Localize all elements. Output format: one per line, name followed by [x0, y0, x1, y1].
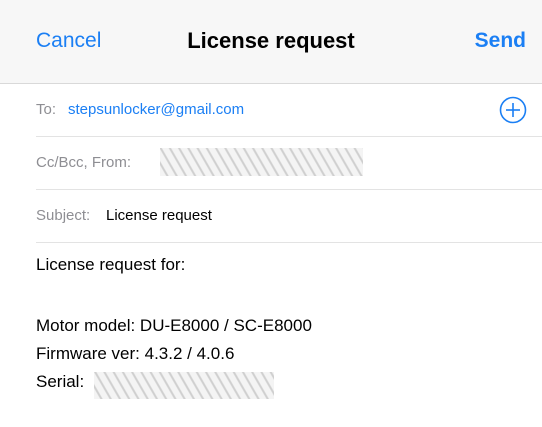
cc-bcc-from-label: Cc/Bcc, From: [36, 154, 132, 171]
to-recipient[interactable]: stepsunlocker@gmail.com [68, 101, 244, 118]
body-line-motor-model: Motor model: DU-E8000 / SC-E8000 [36, 316, 312, 335]
body-line-firmware: Firmware ver: 4.3.2 / 4.0.6 [36, 344, 235, 363]
serial-label: Serial: [36, 372, 85, 391]
to-field-row[interactable]: To: stepsunlocker@gmail.com [36, 84, 542, 137]
cc-bcc-from-row[interactable]: Cc/Bcc, From: [36, 137, 542, 190]
body-line-serial: Serial: [36, 372, 274, 399]
subject-input[interactable]: License request [106, 207, 212, 224]
navigation-bar: Cancel License request Send [0, 0, 542, 84]
redacted-sender [160, 148, 363, 176]
redacted-serial [94, 372, 274, 399]
subject-label: Subject: [36, 207, 91, 224]
subject-row[interactable]: Subject: License request [36, 190, 542, 243]
compose-screen: Cancel License request Send To: stepsunl… [0, 0, 542, 427]
plus-circle-icon[interactable] [498, 95, 528, 125]
send-button[interactable]: Send [475, 29, 526, 53]
to-label: To: [36, 101, 57, 118]
body-line-intro: License request for: [36, 255, 186, 274]
compose-title: License request [187, 28, 355, 53]
